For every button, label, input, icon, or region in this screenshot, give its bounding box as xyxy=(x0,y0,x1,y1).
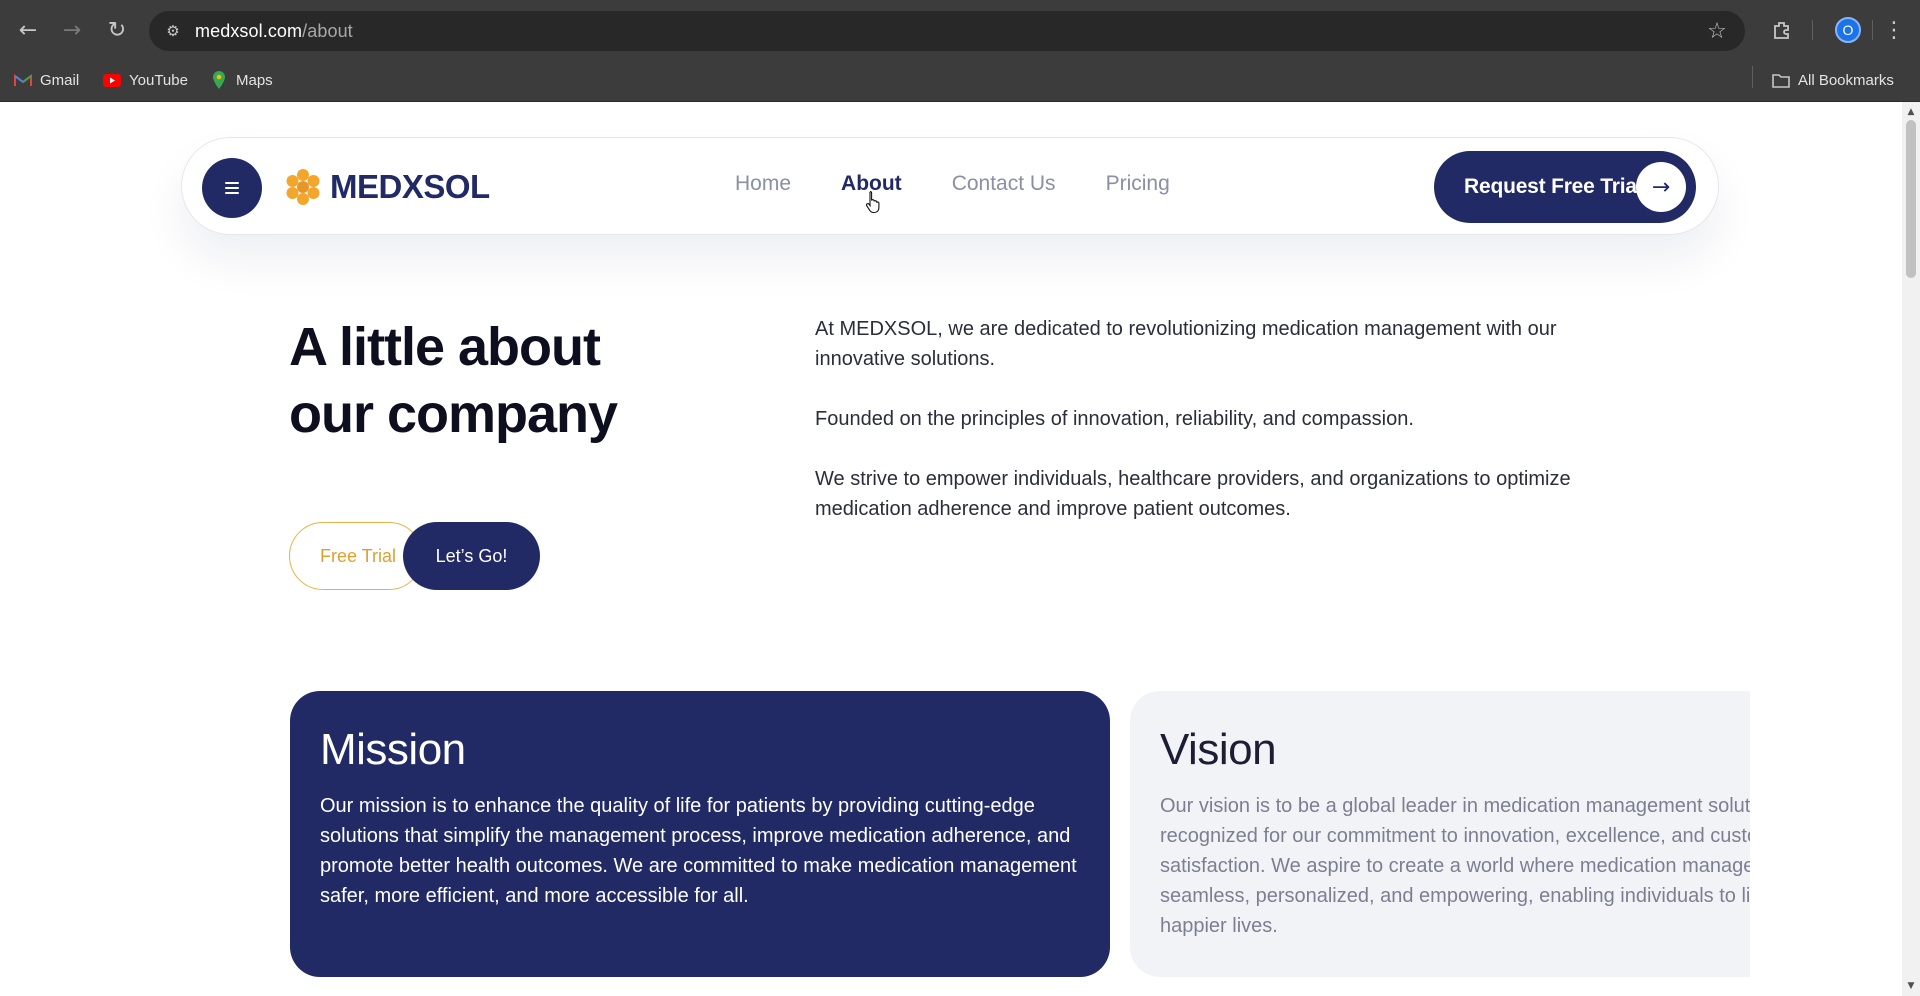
arrow-right-icon: → xyxy=(1636,162,1686,212)
bookmark-star-icon[interactable]: ☆ xyxy=(1703,17,1731,45)
site-settings-icon[interactable]: ⚙ xyxy=(161,19,185,43)
cta-label: Request Free Trial xyxy=(1464,175,1643,198)
main-nav: Home About Contact Us Pricing xyxy=(735,172,1220,196)
reload-icon[interactable]: ↻ xyxy=(99,12,135,48)
bookmark-label: Maps xyxy=(236,71,273,89)
gmail-icon xyxy=(14,71,32,89)
nav-home[interactable]: Home xyxy=(735,172,791,196)
forward-icon[interactable]: → xyxy=(54,12,90,48)
bookmark-label: Gmail xyxy=(40,71,80,89)
hamburger-icon xyxy=(225,182,239,184)
vision-text: Our vision is to be a global leader in m… xyxy=(1160,795,1750,937)
youtube-icon xyxy=(103,71,121,89)
request-free-trial-button[interactable]: Request Free Trial → xyxy=(1434,151,1696,223)
title-line: our company xyxy=(289,384,618,444)
scroll-down-icon[interactable]: ▼ xyxy=(1902,978,1920,994)
menu-button[interactable] xyxy=(202,158,262,218)
all-bookmarks-label: All Bookmarks xyxy=(1798,71,1894,89)
hamburger-icon-bar xyxy=(225,192,239,194)
back-icon[interactable]: ← xyxy=(10,12,46,48)
profile-avatar[interactable]: O xyxy=(1835,17,1861,43)
bookmark-maps[interactable]: Maps xyxy=(210,71,273,89)
nav-pricing[interactable]: Pricing xyxy=(1106,172,1170,196)
mouse-pointer-icon xyxy=(865,190,880,214)
scrollbar-thumb[interactable] xyxy=(1906,120,1916,278)
toolbar-divider xyxy=(1872,20,1873,40)
bookmark-label: YouTube xyxy=(129,71,188,89)
address-bar[interactable]: ⚙ medxsol.com/about ☆ xyxy=(149,11,1745,51)
bookmarks-divider xyxy=(1752,66,1753,88)
intro-paragraph: We strive to empower individuals, health… xyxy=(815,468,1571,520)
page-scrollbar[interactable]: ▲ ▼ xyxy=(1902,102,1920,996)
site-header: MEDXSOL Home About Contact Us Pricing Re… xyxy=(181,137,1719,235)
hamburger-icon-bar xyxy=(225,187,239,189)
folder-icon xyxy=(1772,71,1790,89)
intro-paragraph: At MEDXSOL, we are dedicated to revoluti… xyxy=(815,318,1557,370)
page-title: A little about our company xyxy=(289,314,809,448)
mission-text: Our mission is to enhance the quality of… xyxy=(320,795,1077,907)
browser-menu-icon[interactable]: ⋮ xyxy=(1878,14,1910,46)
intro-paragraph: Founded on the principles of innovation,… xyxy=(815,408,1414,430)
extensions-icon[interactable] xyxy=(1766,14,1798,46)
title-line: A little about xyxy=(289,317,601,377)
browser-chrome: ← → ↻ ⚙ medxsol.com/about ☆ O ⋮ Gmail Yo… xyxy=(0,0,1920,102)
nav-contact-us[interactable]: Contact Us xyxy=(952,172,1056,196)
mission-card: Mission Our mission is to enhance the qu… xyxy=(290,691,1110,977)
url-text[interactable]: medxsol.com/about xyxy=(195,21,353,42)
lets-go-button[interactable]: Let’s Go! xyxy=(403,522,540,590)
honeycomb-logo-icon xyxy=(286,169,320,205)
maps-icon xyxy=(210,71,228,89)
url-host: medxsol.com xyxy=(195,21,303,41)
url-path: /about xyxy=(302,21,353,41)
brand-name: MEDXSOL xyxy=(330,168,490,205)
bookmarks-bar: Gmail YouTube Maps All Bookmarks xyxy=(0,61,1920,102)
vision-title: Vision xyxy=(1160,725,1277,774)
vision-card: Vision Our vision is to be a global lead… xyxy=(1130,691,1750,977)
mission-title: Mission xyxy=(320,725,466,774)
bookmark-youtube[interactable]: YouTube xyxy=(103,71,188,89)
page-content: MEDXSOL Home About Contact Us Pricing Re… xyxy=(0,102,1902,996)
bookmark-gmail[interactable]: Gmail xyxy=(14,71,79,89)
toolbar-divider xyxy=(1812,20,1813,40)
scroll-up-icon[interactable]: ▲ xyxy=(1902,104,1920,120)
about-intro: At MEDXSOL, we are dedicated to revoluti… xyxy=(815,314,1635,554)
all-bookmarks[interactable]: All Bookmarks xyxy=(1772,71,1894,89)
site-logo[interactable]: MEDXSOL xyxy=(282,166,490,208)
browser-toolbar: ← → ↻ ⚙ medxsol.com/about ☆ O ⋮ xyxy=(0,0,1920,61)
